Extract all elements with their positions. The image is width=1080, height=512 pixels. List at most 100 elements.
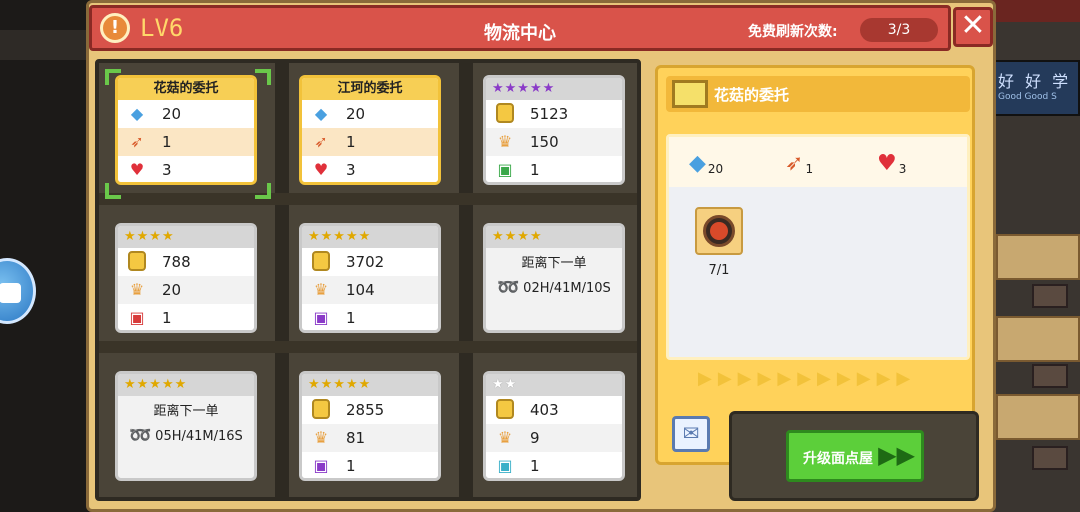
row-value: 3 <box>162 161 172 179</box>
wait-label: 距离下一单 <box>521 256 587 271</box>
detail-title: 花菇的委托 <box>714 86 790 104</box>
divider-bar <box>99 341 637 353</box>
row-value: 3702 <box>346 253 385 271</box>
reward-value: 20 <box>707 162 724 176</box>
card-row: ➶ 1 <box>118 128 254 156</box>
sign-subtext: Good Good S <box>998 92 1057 102</box>
reward-item: ♥ 3 <box>877 151 906 176</box>
row-value: 1 <box>346 457 356 475</box>
gift-red-icon: ▣ <box>129 308 145 327</box>
row-value: 2855 <box>346 401 385 419</box>
rocket-icon: ➶ <box>314 132 328 151</box>
order-card[interactable]: ★★★★★ 2855 ♛ 81 ▣ 1 <box>299 371 441 481</box>
card-title: 江珂的委托 <box>302 78 438 100</box>
order-card-selected[interactable]: 花菇的委托 ◆ 20 ➶ 1 ♥ 3 <box>115 75 257 185</box>
rocket-icon: ➶ <box>785 151 804 176</box>
swirl-icon: ➿ <box>497 277 520 298</box>
card-stars: ★★★★★ <box>118 374 254 396</box>
card-row: ▣ 1 <box>302 304 438 330</box>
reward-value: 1 <box>805 162 814 176</box>
desk <box>996 234 1080 280</box>
food-bowl-icon[interactable] <box>695 207 743 255</box>
order-grid: 花菇的委托 ◆ 20 ➶ 1 ♥ 3 江珂的委托 ◆ 20 ➶ 1 ♥ 3 ★★★★★ 51… <box>95 59 641 501</box>
coin-icon <box>494 399 516 421</box>
coin-icon <box>126 251 148 273</box>
rocket-icon: ➶ <box>130 132 144 151</box>
selection-corner <box>105 183 121 199</box>
upgrade-button[interactable]: 升级面点屋 ▶▶ <box>786 430 924 482</box>
gift-cyan-icon: ▣ <box>497 456 513 475</box>
row-value: 150 <box>530 133 559 151</box>
crystal-icon: ◆ <box>314 104 328 123</box>
order-card[interactable]: ★★★★ 788 ♛ 20 ▣ 1 <box>115 223 257 333</box>
row-value: 403 <box>530 401 559 419</box>
reward-row: ◆ 20 ➶ 1 ♥ 3 <box>669 137 967 187</box>
card-row: ◆ 20 <box>118 100 254 128</box>
desk <box>996 316 1080 362</box>
card-row: ♛ 9 <box>486 424 622 452</box>
sign-text: 好 好 学 <box>998 72 1072 91</box>
row-value: 20 <box>162 105 182 123</box>
detail-title-bar: 花菇的委托 <box>666 76 970 112</box>
dialog-header: ! LV6 物流中心 免费刷新次数: 3/3 <box>89 5 951 51</box>
card-title: 花菇的委托 <box>118 78 254 100</box>
free-refresh-label: 免费刷新次数: <box>748 24 838 40</box>
card-row: 788 <box>118 248 254 276</box>
row-value: 1 <box>530 457 540 475</box>
row-value: 20 <box>162 281 182 299</box>
row-value: 3 <box>346 161 356 179</box>
wait-time: 05H/41M/16S <box>155 428 243 444</box>
row-value: 104 <box>346 281 375 299</box>
wait-time: 02H/41M/10S <box>523 280 611 296</box>
selection-corner <box>255 69 271 85</box>
row-value: 81 <box>346 429 366 447</box>
card-stars: ★★★★★ <box>302 374 438 396</box>
chair <box>1032 364 1068 388</box>
card-row: 5123 <box>486 100 622 128</box>
row-value: 1 <box>162 133 172 151</box>
divider-rail <box>459 63 473 497</box>
card-row: ♥ 3 <box>302 156 438 182</box>
card-row: ♛ 150 <box>486 128 622 156</box>
detail-body: ◆ 20 ➶ 1 ♥ 3 7/1 <box>666 134 970 360</box>
swirl-icon: ➿ <box>129 425 152 446</box>
wait-label: 距离下一单 <box>153 404 219 419</box>
gift-purple-icon: ▣ <box>313 456 329 475</box>
chef-hat-icon: ♛ <box>497 428 513 447</box>
mail-icon[interactable]: ✉ <box>672 416 710 452</box>
free-refresh-count[interactable]: 3/3 <box>860 18 938 42</box>
card-row: ▣ 1 <box>486 452 622 478</box>
divider-rail <box>275 63 289 497</box>
card-row: ▣ 1 <box>302 452 438 478</box>
background-wall <box>0 30 90 60</box>
order-card[interactable]: ★★ 403 ♛ 9 ▣ 1 <box>483 371 625 481</box>
heart-icon: ♥ <box>313 160 329 179</box>
upgrade-button-label: 升级面点屋 <box>803 451 873 467</box>
heart-icon: ♥ <box>877 151 897 176</box>
card-row: ◆ 20 <box>302 100 438 128</box>
card-row: 3702 <box>302 248 438 276</box>
order-card-waiting: ★★★★ 距离下一单 ➿ 02H/41M/10S <box>483 223 625 333</box>
order-card[interactable]: ★★★★★ 5123 ♛ 150 ▣ 1 <box>483 75 625 185</box>
close-button[interactable]: ✕ <box>953 7 993 47</box>
wait-time-row: ➿ 02H/41M/10S <box>486 277 622 299</box>
gift-green-icon: ▣ <box>497 160 513 179</box>
order-card[interactable]: 江珂的委托 ◆ 20 ➶ 1 ♥ 3 <box>299 75 441 185</box>
row-value: 9 <box>530 429 540 447</box>
food-count: 7/1 <box>708 263 730 278</box>
order-card[interactable]: ★★★★★ 3702 ♛ 104 ▣ 1 <box>299 223 441 333</box>
school-sign: 好 好 学 Good Good S <box>992 60 1080 116</box>
card-stars: ★★ <box>486 374 622 396</box>
card-row: 403 <box>486 396 622 424</box>
divider-bar <box>99 193 637 205</box>
card-stars: ★★★★ <box>118 226 254 248</box>
card-row: ♛ 104 <box>302 276 438 304</box>
card-stars: ★★★★★ <box>302 226 438 248</box>
selection-corner <box>255 183 271 199</box>
card-row: ♛ 20 <box>118 276 254 304</box>
wait-info: 距离下一单 ➿ 05H/41M/16S <box>118 396 254 447</box>
row-value: 20 <box>346 105 366 123</box>
background-left <box>0 0 90 512</box>
background-right: 好 好 学 Good Good S <box>992 0 1080 512</box>
row-value: 1 <box>346 133 356 151</box>
